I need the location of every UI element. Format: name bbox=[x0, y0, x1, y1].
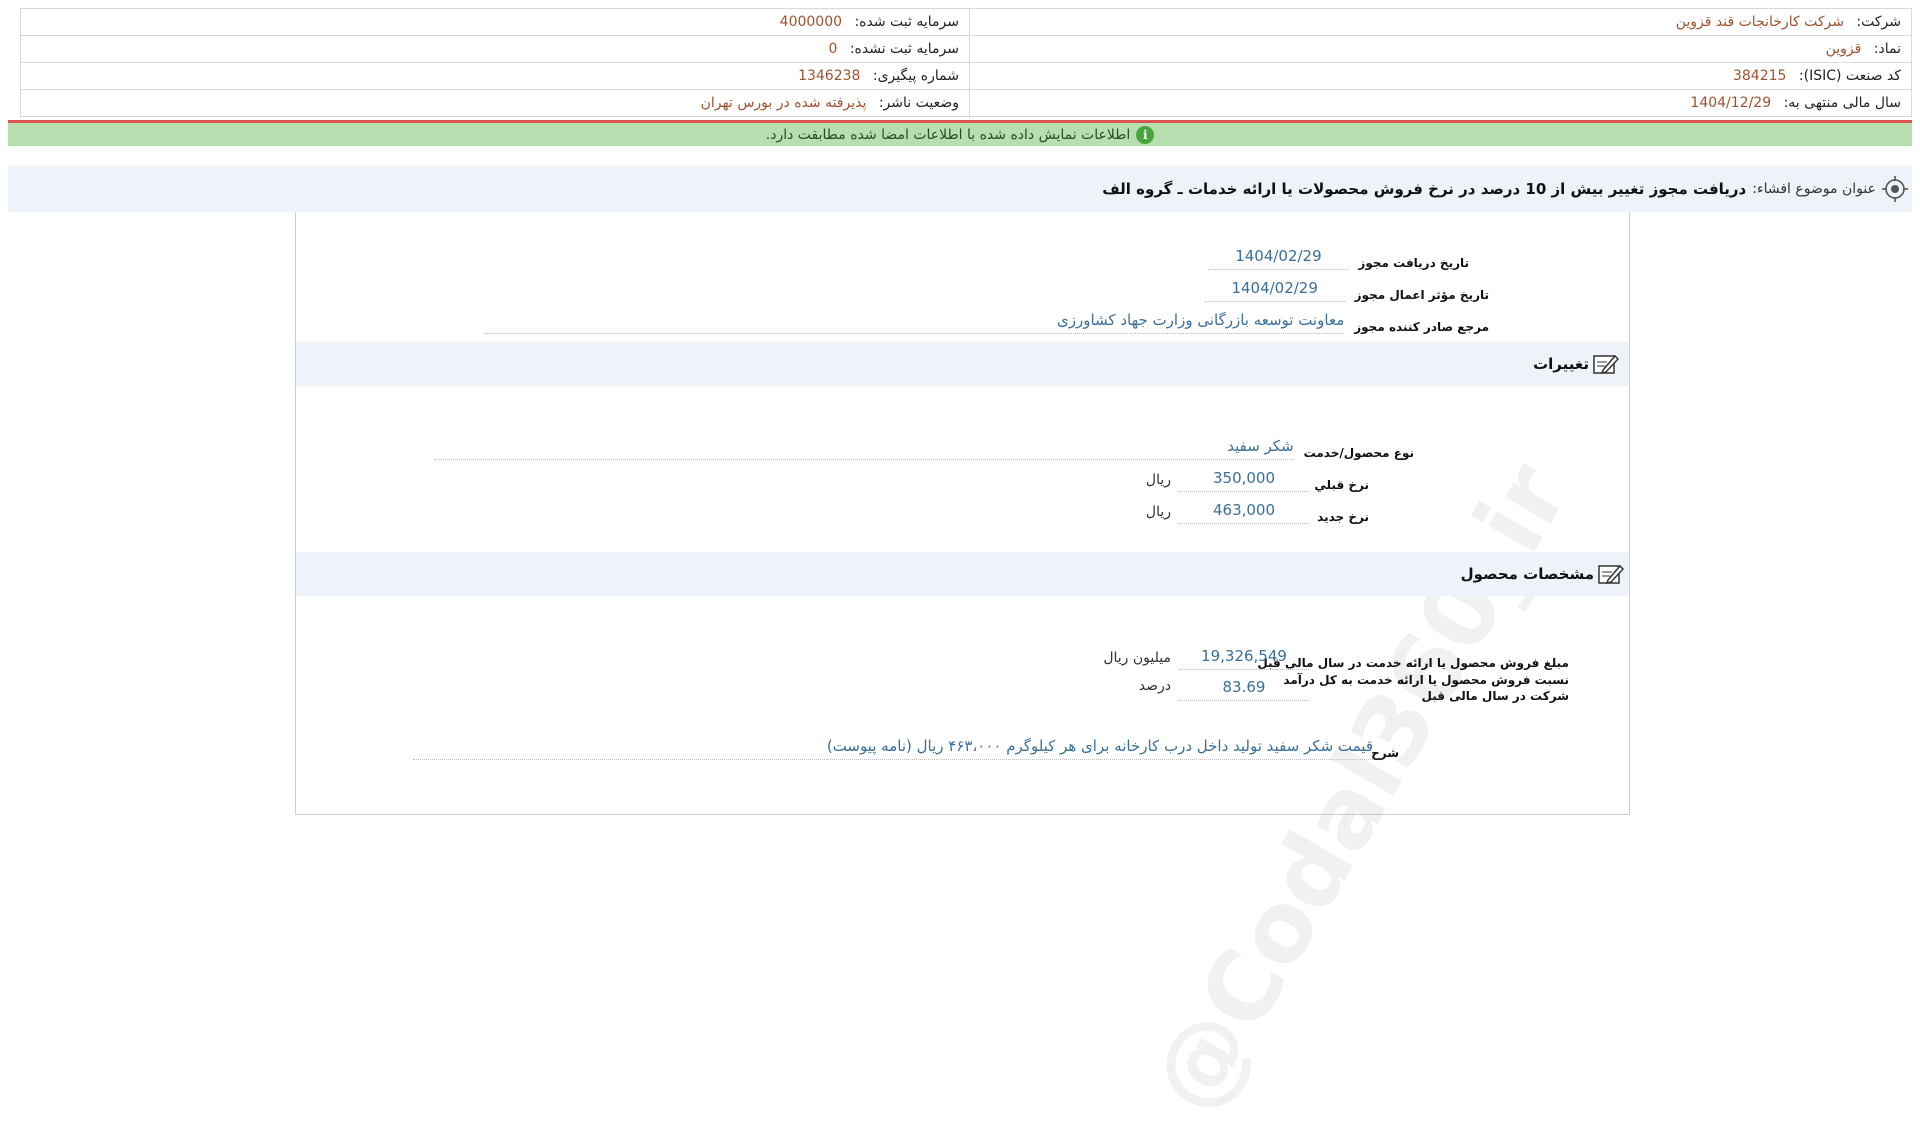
company-value: شرکت کارخانجات قند قزوين bbox=[1675, 14, 1844, 30]
sales-amount-label: مبلغ فروش محصول يا ارائه خدمت در سال مال… bbox=[1257, 656, 1569, 670]
capital-unregistered-value: 0 bbox=[828, 41, 838, 57]
symbol-cell: نماد: قزوين bbox=[969, 35, 1912, 63]
company-cell: شرکت: شرکت کارخانجات قند قزوين bbox=[969, 8, 1912, 36]
company-label: شرکت: bbox=[1856, 14, 1901, 30]
issuer-value: معاونت توسعه بازرگانی وزارت جهاد کشاورزی bbox=[484, 311, 1345, 334]
tracking-cell: شماره پیگیری: 1346238 bbox=[20, 62, 970, 90]
new-rate-row: نرخ جديد 463,000 ريال bbox=[1146, 496, 1369, 524]
previous-rate-value: 350,000 bbox=[1179, 469, 1309, 492]
changes-section-header: تغييرات bbox=[296, 342, 1629, 386]
subject-title: دریافت مجوز تغییر بیش از 10 درصد در نرخ … bbox=[1102, 180, 1747, 198]
tracking-value: 1346238 bbox=[798, 68, 861, 84]
info-row: شرکت: شرکت کارخانجات قند قزوين سرمایه ثب… bbox=[20, 8, 1912, 36]
effective-date-value: 1404/02/29 bbox=[1204, 279, 1345, 302]
capital-unregistered-cell: سرمایه ثبت نشده: 0 bbox=[20, 35, 970, 63]
capital-registered-value: 4000000 bbox=[779, 14, 843, 30]
isic-cell: کد صنعت (ISIC): 384215 bbox=[969, 62, 1912, 90]
sales-ratio-label-line2: شرکت در سال مالی قبل bbox=[1421, 689, 1570, 703]
edit-icon bbox=[1593, 354, 1619, 375]
sales-ratio-label-line1: نسبت فروش محصول يا ارائه خدمت به کل درآم… bbox=[1283, 673, 1569, 687]
subject-label: عنوان موضوع افشاء: bbox=[1752, 181, 1876, 197]
target-icon bbox=[1882, 176, 1908, 202]
status-label: وضعیت ناشر: bbox=[878, 95, 959, 111]
product-specs-title: مشخصات محصول bbox=[1460, 565, 1594, 583]
status-cell: وضعیت ناشر: پذیرفته شده در بورس تهران bbox=[20, 89, 970, 117]
sales-ratio-row: نسبت فروش محصول يا ارائه خدمت به کل درآم… bbox=[1139, 672, 1569, 708]
tracking-label: شماره پیگیری: bbox=[872, 68, 959, 84]
product-type-label: نوع محصول/خدمت bbox=[1303, 446, 1414, 460]
edit-icon bbox=[1598, 564, 1624, 585]
fiscal-cell: سال مالی منتهی به: 1404/12/29 bbox=[969, 89, 1912, 117]
new-rate-unit: ريال bbox=[1145, 504, 1171, 520]
info-row: سال مالی منتهی به: 1404/12/29 وضعیت ناشر… bbox=[20, 89, 1912, 117]
description-label: شرح bbox=[1371, 746, 1399, 760]
product-type-row: نوع محصول/خدمت شکر سفيد bbox=[433, 432, 1414, 460]
isic-value: 384215 bbox=[1732, 68, 1787, 84]
disclosure-panel: @Codal360_ir تاريخ دريافت مجوز 1404/02/2… bbox=[295, 212, 1630, 1131]
new-rate-value: 463,000 bbox=[1179, 501, 1309, 524]
previous-rate-row: نرخ قبلي 350,000 ريال bbox=[1146, 464, 1369, 492]
sales-amount-row: مبلغ فروش محصول يا ارائه خدمت در سال مال… bbox=[1103, 642, 1569, 670]
info-row: کد صنعت (ISIC): 384215 شماره پیگیری: 134… bbox=[20, 62, 1912, 90]
sales-ratio-value: 83.69 bbox=[1179, 678, 1309, 701]
capital-registered-cell: سرمایه ثبت شده: 4000000 bbox=[20, 8, 970, 36]
info-icon: i bbox=[1136, 125, 1155, 144]
symbol-value: قزوين bbox=[1825, 41, 1862, 57]
capital-registered-label: سرمایه ثبت شده: bbox=[854, 14, 959, 30]
company-info-table: شرکت: شرکت کارخانجات قند قزوين سرمایه ثب… bbox=[20, 8, 1912, 117]
subject-bar: عنوان موضوع افشاء: دریافت مجوز تغییر بیش… bbox=[8, 166, 1912, 212]
description-value: قیمت شکر سفید تولید داخل درب کارخانه برا… bbox=[413, 737, 1373, 760]
permit-effective-date-row: تاريخ مؤثر اعمال مجوز 1404/02/29 bbox=[1204, 274, 1489, 302]
receive-date-label: تاريخ دريافت مجوز bbox=[1358, 256, 1469, 270]
new-rate-label: نرخ جديد bbox=[1317, 510, 1369, 524]
receive-date-value: 1404/02/29 bbox=[1208, 247, 1349, 270]
status-value: پذیرفته شده در بورس تهران bbox=[700, 95, 867, 111]
info-row: نماد: قزوين سرمایه ثبت نشده: 0 bbox=[20, 35, 1912, 63]
fiscal-label: سال مالی منتهی به: bbox=[1783, 95, 1901, 111]
effective-date-label: تاريخ مؤثر اعمال مجوز bbox=[1354, 288, 1489, 302]
previous-rate-label: نرخ قبلي bbox=[1314, 478, 1369, 492]
sales-ratio-unit: درصد bbox=[1138, 678, 1171, 694]
fiscal-value: 1404/12/29 bbox=[1690, 95, 1772, 111]
permit-issuer-row: مرجع صادر کننده مجوز معاونت توسعه بازرگا… bbox=[484, 306, 1489, 334]
isic-label: کد صنعت (ISIC): bbox=[1798, 68, 1901, 84]
previous-rate-unit: ريال bbox=[1145, 472, 1171, 488]
capital-unregistered-label: سرمایه ثبت نشده: bbox=[849, 41, 959, 57]
changes-title: تغييرات bbox=[1533, 355, 1589, 373]
description-row: شرح قیمت شکر سفید تولید داخل درب کارخانه… bbox=[413, 732, 1399, 760]
permit-receive-date-row: تاريخ دريافت مجوز 1404/02/29 bbox=[1208, 242, 1469, 270]
sales-amount-unit: ميليون ريال bbox=[1103, 650, 1171, 666]
watermark: @Codal360_ir bbox=[1129, 445, 1591, 1131]
product-type-value: شکر سفيد bbox=[433, 437, 1294, 460]
issuer-label: مرجع صادر کننده مجوز bbox=[1354, 320, 1489, 334]
symbol-label: نماد: bbox=[1873, 41, 1901, 57]
signature-notice: i اطلاعات نمایش داده شده با اطلاعات امضا… bbox=[8, 123, 1912, 146]
sales-ratio-label: نسبت فروش محصول يا ارائه خدمت به کل درآم… bbox=[1283, 672, 1570, 704]
sales-amount-value: 19,326,549 bbox=[1179, 647, 1309, 670]
product-specs-section-header: مشخصات محصول bbox=[296, 552, 1629, 596]
notice-text: اطلاعات نمایش داده شده با اطلاعات امضا ش… bbox=[765, 126, 1131, 143]
